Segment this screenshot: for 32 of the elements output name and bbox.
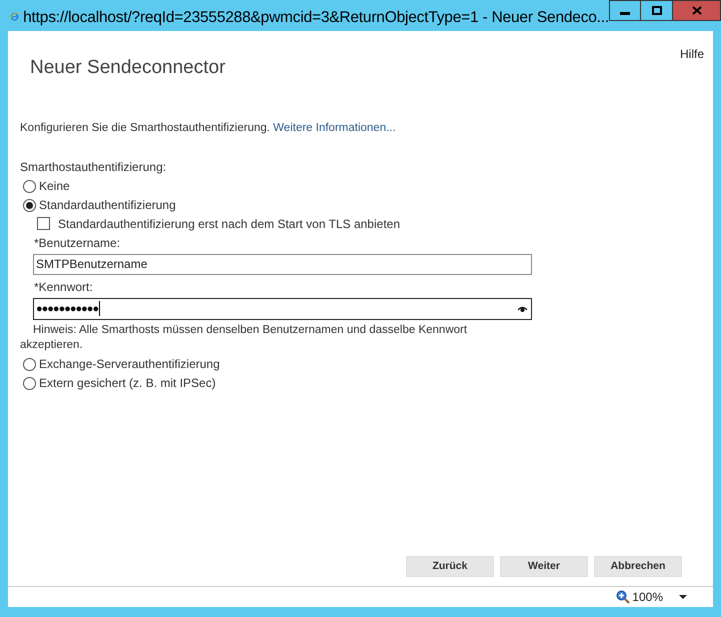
radio-button[interactable] — [23, 180, 36, 193]
password-field[interactable]: ●●●●●●●●●●● — [33, 298, 532, 320]
checkbox[interactable] — [37, 217, 50, 230]
username-label: *Benutzername: — [34, 234, 122, 252]
dropdown-caret-icon[interactable] — [679, 595, 687, 599]
more-info-link[interactable]: Weitere Informationen... — [273, 122, 396, 134]
zoom-level: 100% — [632, 589, 663, 606]
hint-text: Hinweis: Alle Smarthosts müssen denselben Benutzernamen und dasselbe Kennwort akzeptieren. — [20, 322, 468, 353]
dialog-button[interactable]: Abbrechen — [594, 556, 682, 577]
tls-checkbox-row[interactable]: Standardauthentifizierung erst nach dem Start von TLS anbieten — [37, 214, 400, 233]
password-label: *Kennwort: — [34, 278, 94, 296]
radio-option[interactable]: Exchange-Serverauthentifizierung — [23, 354, 220, 374]
help-link[interactable]: Hilfe — [680, 45, 704, 63]
radio-option[interactable]: Keine — [23, 176, 70, 196]
window-title: https://localhost/?reqId=23555288&pwmcid=3&ReturnObjectType=1 - Neuer Sendeco... — [23, 8, 609, 28]
maximize-button[interactable] — [641, 0, 673, 21]
dialog-button[interactable]: Weiter — [500, 556, 588, 577]
minimize-button[interactable] — [609, 0, 641, 21]
close-icon — [692, 6, 702, 15]
radio-option[interactable]: Standardauthentifizierung — [23, 196, 176, 215]
close-button[interactable] — [673, 0, 721, 21]
eye-icon[interactable] — [518, 306, 527, 312]
zoom-icon[interactable] — [616, 590, 630, 604]
dialog-heading: Neuer Sendeconnector — [30, 56, 226, 80]
radio-button[interactable] — [23, 198, 36, 212]
intro-text: Konfigurieren Sie die Smarthostauthentifizierung. Weitere Informationen... — [20, 120, 397, 136]
radio-button[interactable] — [23, 376, 36, 390]
auth-label: Smarthostauthentifizierung: — [20, 158, 168, 176]
radio-option[interactable]: Extern gesichert (z. B. mit IPSec) — [23, 374, 216, 393]
radio-button[interactable] — [23, 358, 36, 371]
username-field[interactable]: SMTPBenutzername — [33, 254, 532, 275]
dialog-button[interactable]: Zurück — [406, 556, 494, 577]
